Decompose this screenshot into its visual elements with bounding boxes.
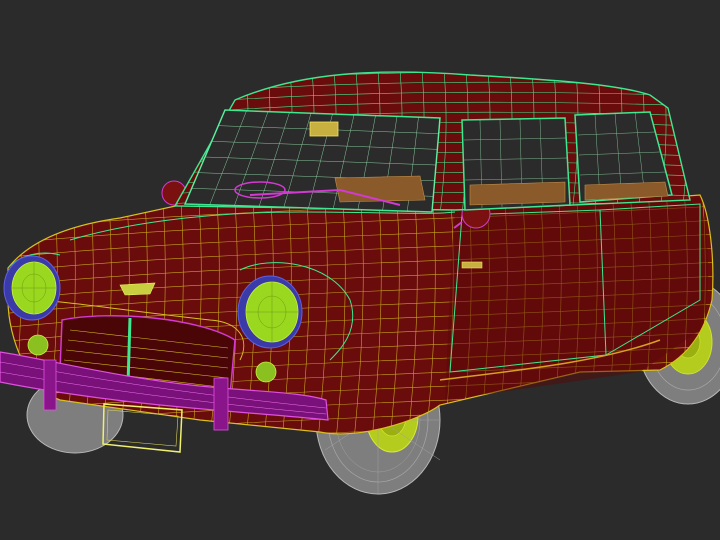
car-cabin xyxy=(173,71,691,213)
indicator-left xyxy=(27,334,49,356)
headlight-right xyxy=(237,275,303,349)
car-wireframe-render xyxy=(0,71,720,495)
3d-viewport[interactable] xyxy=(0,0,720,540)
bumper-guard-right xyxy=(213,377,229,431)
seat-front xyxy=(334,175,426,203)
bumper-guard-left xyxy=(43,359,57,411)
hood-badge xyxy=(119,282,156,296)
door-handle xyxy=(461,261,483,269)
headlight-left xyxy=(3,255,61,321)
indicator-right xyxy=(255,361,277,383)
seat-rear xyxy=(469,181,566,206)
rearview-mirror xyxy=(309,121,339,137)
